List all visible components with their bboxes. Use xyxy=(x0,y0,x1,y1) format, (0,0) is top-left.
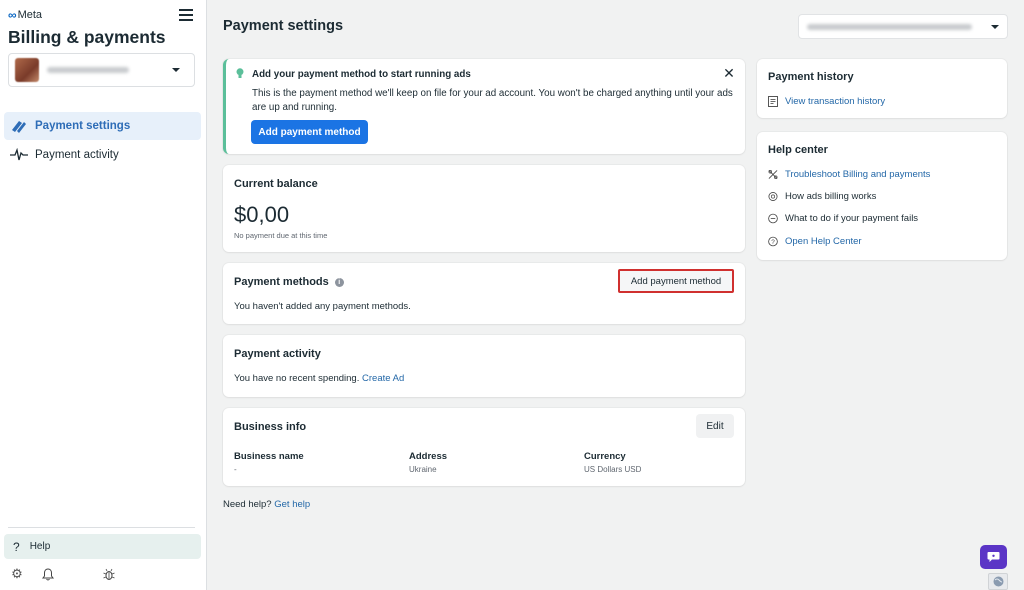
account-name-blurred xyxy=(47,67,129,73)
menu-icon[interactable] xyxy=(179,9,193,21)
chevron-down-icon xyxy=(991,24,999,29)
svg-text:?: ? xyxy=(771,239,775,246)
field-value: Ukraine xyxy=(409,465,437,474)
card-stack-icon xyxy=(9,118,29,134)
business-info-title: Business info xyxy=(234,421,307,433)
add-payment-banner: Add your payment method to start running… xyxy=(223,59,745,154)
receipt-icon xyxy=(768,96,778,107)
page-title: Payment settings xyxy=(223,18,344,34)
get-help-link[interactable]: Get help xyxy=(274,499,310,510)
chat-support-button[interactable] xyxy=(980,545,1007,569)
payment-methods-title: Payment methods xyxy=(234,276,329,288)
sidebar-item-label: Payment settings xyxy=(35,120,131,132)
payment-methods-card: Payment methods i You haven't added any … xyxy=(223,263,745,324)
language-button[interactable] xyxy=(988,573,1008,590)
field-label: Address xyxy=(409,451,448,462)
ad-account-selector[interactable] xyxy=(798,14,1008,39)
link-label: How ads billing works xyxy=(785,191,877,202)
help-link-payment-fails[interactable]: What to do if your payment fails xyxy=(768,213,918,224)
help-label: Help xyxy=(29,541,51,552)
banner-body: This is the payment method we'll keep on… xyxy=(252,88,733,113)
payment-activity-title: Payment activity xyxy=(234,348,321,360)
view-transaction-history-link[interactable]: View transaction history xyxy=(768,96,885,107)
balance-note: No payment due at this time xyxy=(234,231,328,240)
add-payment-method-button[interactable]: Add payment method xyxy=(251,120,368,144)
field-label: Business name xyxy=(234,451,304,462)
balance-amount: $0,00 xyxy=(234,202,290,227)
question-icon: ? xyxy=(13,539,20,554)
address-field: Address Ukraine xyxy=(409,451,447,474)
meta-brand-text: Meta xyxy=(17,9,43,21)
meta-logo[interactable]: ∞ Meta xyxy=(8,8,42,22)
sidebar: ∞ Meta Billing & payments Payment settin… xyxy=(0,0,207,590)
minus-circle-icon xyxy=(768,213,778,224)
activity-pulse-icon xyxy=(9,147,29,163)
sidebar-footer: ⚙ xyxy=(0,566,207,584)
link-label: Open Help Center xyxy=(785,236,862,247)
no-spending-text: You have no recent spending. xyxy=(234,373,360,384)
meta-infinity-icon: ∞ xyxy=(8,8,17,22)
close-icon[interactable]: ✕ xyxy=(723,66,735,80)
ad-account-name-blurred xyxy=(807,23,972,30)
payment-history-card: Payment history View transaction history xyxy=(757,59,1007,118)
account-selector[interactable] xyxy=(8,53,195,87)
edit-business-info-button[interactable]: Edit xyxy=(696,414,734,438)
gear-icon[interactable]: ⚙ xyxy=(9,566,25,582)
help-link-billing-works[interactable]: How ads billing works xyxy=(768,191,876,202)
globe-icon xyxy=(993,576,1003,587)
sidebar-divider xyxy=(8,527,195,528)
help-link-troubleshoot[interactable]: Troubleshoot Billing and payments xyxy=(768,169,930,180)
payment-history-title: Payment history xyxy=(768,71,854,83)
payment-activity-text: You have no recent spending. Create Ad xyxy=(234,373,404,384)
question-circle-icon: ? xyxy=(768,236,778,247)
info-icon[interactable]: i xyxy=(334,277,344,287)
sidebar-help[interactable]: ? Help xyxy=(4,534,201,559)
balance-title: Current balance xyxy=(234,178,318,190)
link-label: Troubleshoot Billing and payments xyxy=(785,169,931,180)
sidebar-title: Billing & payments xyxy=(8,27,166,47)
link-label: What to do if your payment fails xyxy=(785,213,919,224)
payment-methods-empty: You haven't added any payment methods. xyxy=(234,301,411,312)
chevron-down-icon xyxy=(172,68,180,72)
business-info-card: Business info Edit Business name - Addre… xyxy=(223,408,745,486)
field-value: US Dollars USD xyxy=(584,465,642,474)
field-value: - xyxy=(234,465,237,474)
billing-gear-icon xyxy=(768,192,778,202)
need-help: Need help? Get help xyxy=(223,499,310,510)
help-center-card: Help center Troubleshoot Billing and pay… xyxy=(757,132,1007,260)
current-balance-card: Current balance $0,00 No payment due at … xyxy=(223,165,745,252)
sidebar-item-label: Payment activity xyxy=(35,149,119,161)
business-name-field: Business name - xyxy=(234,451,304,474)
chat-bubble-icon xyxy=(987,552,1000,562)
need-help-text: Need help? xyxy=(223,499,272,510)
payment-activity-card: Payment activity You have no recent spen… xyxy=(223,335,745,397)
payment-methods-heading: Payment methods i xyxy=(234,276,344,288)
link-label: View transaction history xyxy=(785,96,886,107)
lightbulb-icon xyxy=(236,68,244,78)
help-link-open-help-center[interactable]: ? Open Help Center xyxy=(768,236,862,247)
add-payment-method-secondary-button[interactable]: Add payment method xyxy=(618,269,734,293)
sidebar-item-payment-settings[interactable]: Payment settings xyxy=(4,112,201,140)
sidebar-item-payment-activity[interactable]: Payment activity xyxy=(4,141,201,169)
create-ad-link[interactable]: Create Ad xyxy=(362,373,404,384)
troubleshoot-icon xyxy=(768,170,778,180)
help-center-title: Help center xyxy=(768,144,828,156)
banner-title: Add your payment method to start running… xyxy=(252,69,471,80)
field-label: Currency xyxy=(584,451,626,462)
bug-icon[interactable] xyxy=(101,566,117,582)
account-avatar xyxy=(15,58,39,82)
bell-icon[interactable] xyxy=(40,566,56,582)
currency-field: Currency US Dollars USD xyxy=(584,451,641,474)
